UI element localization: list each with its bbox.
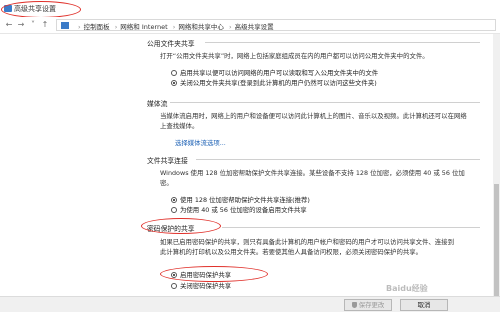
breadcrumb-item[interactable]: 网络和 Internet <box>120 23 167 31</box>
option-label-public-on[interactable]: 启用共享以便可以访问网络的用户可以读取和写入公用文件夹中的文件 <box>180 68 378 77</box>
breadcrumb-item[interactable]: 控制面板 <box>84 23 110 31</box>
section-divider <box>205 42 480 43</box>
radio-password-off[interactable] <box>171 283 177 289</box>
save-changes-button[interactable]: 保存更改 <box>344 299 392 311</box>
title-bar: 高级共享设置 <box>0 0 500 18</box>
scrollbar-thumb[interactable] <box>494 184 499 304</box>
up-arrow-icon[interactable]: ↑ <box>40 20 50 30</box>
radio-public-off[interactable] <box>171 80 177 86</box>
back-arrow-icon[interactable]: ← <box>4 20 14 30</box>
chevron-right-icon: › <box>228 23 232 31</box>
shield-icon <box>351 302 357 308</box>
chevron-right-icon: › <box>172 23 176 31</box>
forward-arrow-icon[interactable]: → <box>16 20 26 30</box>
section-divider <box>196 159 480 160</box>
breadcrumb[interactable]: › 控制面板 › 网络和 Internet › 网络和共享中心 › 高级共享设置 <box>56 19 496 31</box>
section-title-file-sharing: 文件共享连接 <box>147 157 188 165</box>
vertical-scrollbar[interactable] <box>493 34 500 304</box>
section-divider <box>170 102 480 103</box>
radio-encryption-128[interactable] <box>171 197 177 203</box>
cancel-button[interactable]: 取消 <box>400 299 448 311</box>
option-label-encryption-40-56[interactable]: 为使用 40 或 56 位加密的设备启用文件共享 <box>180 205 307 214</box>
watermark-text: Baidu经验 <box>386 284 428 293</box>
option-label-password-off[interactable]: 关闭密码保护共享 <box>180 281 231 290</box>
annotation-circle-title <box>1 1 81 18</box>
cancel-label: 取消 <box>417 301 431 309</box>
section-desc-password: 如果已启用密码保护的共享，则只有具备此计算机的用户帐户和密码的用户才可以访问共享… <box>160 238 454 256</box>
radio-encryption-40-56[interactable] <box>171 207 177 213</box>
section-title-public-folder: 公用文件夹共享 <box>147 40 195 48</box>
annotation-circle-section <box>141 218 221 234</box>
section-title-media: 媒体流 <box>147 100 168 108</box>
breadcrumb-item[interactable]: 网络和共享中心 <box>178 23 224 31</box>
media-options-link[interactable]: 选择媒体流选项... <box>175 138 226 147</box>
control-panel-icon <box>61 22 69 29</box>
radio-public-on[interactable] <box>171 70 177 76</box>
save-changes-label: 保存更改 <box>358 301 385 309</box>
option-label-public-off[interactable]: 关闭公用文件夹共享(登录到此计算机的用户仍然可以访问这些文件夹) <box>180 78 377 87</box>
address-bar: ← → ˅ ↑ › 控制面板 › 网络和 Internet › 网络和共享中心 › 高级… <box>0 17 500 34</box>
annotation-circle-option <box>160 266 268 282</box>
section-desc-media: 当媒体流启用时，网络上的用户和设备便可以访问此计算机上的图片、音乐以及视频。此计… <box>160 112 467 130</box>
recent-dropdown-icon[interactable]: ˅ <box>28 20 38 30</box>
section-desc-public-folder: 打开“公用文件夹共享”时，网络上包括家庭组成员在内的用户都可以访问公用文件夹中的… <box>160 52 429 60</box>
chevron-right-icon: › <box>78 23 81 31</box>
section-desc-file-sharing: Windows 使用 128 位加密帮助保护文件共享连接。某些设备不支持 128… <box>160 169 465 187</box>
footer-bar: 保存更改 取消 <box>0 296 500 312</box>
section-divider <box>222 227 480 228</box>
option-label-encryption-128[interactable]: 使用 128 位加密帮助保护文件共享连接(推荐) <box>180 195 310 204</box>
chevron-right-icon: › <box>114 23 118 31</box>
breadcrumb-item[interactable]: 高级共享设置 <box>235 23 274 31</box>
